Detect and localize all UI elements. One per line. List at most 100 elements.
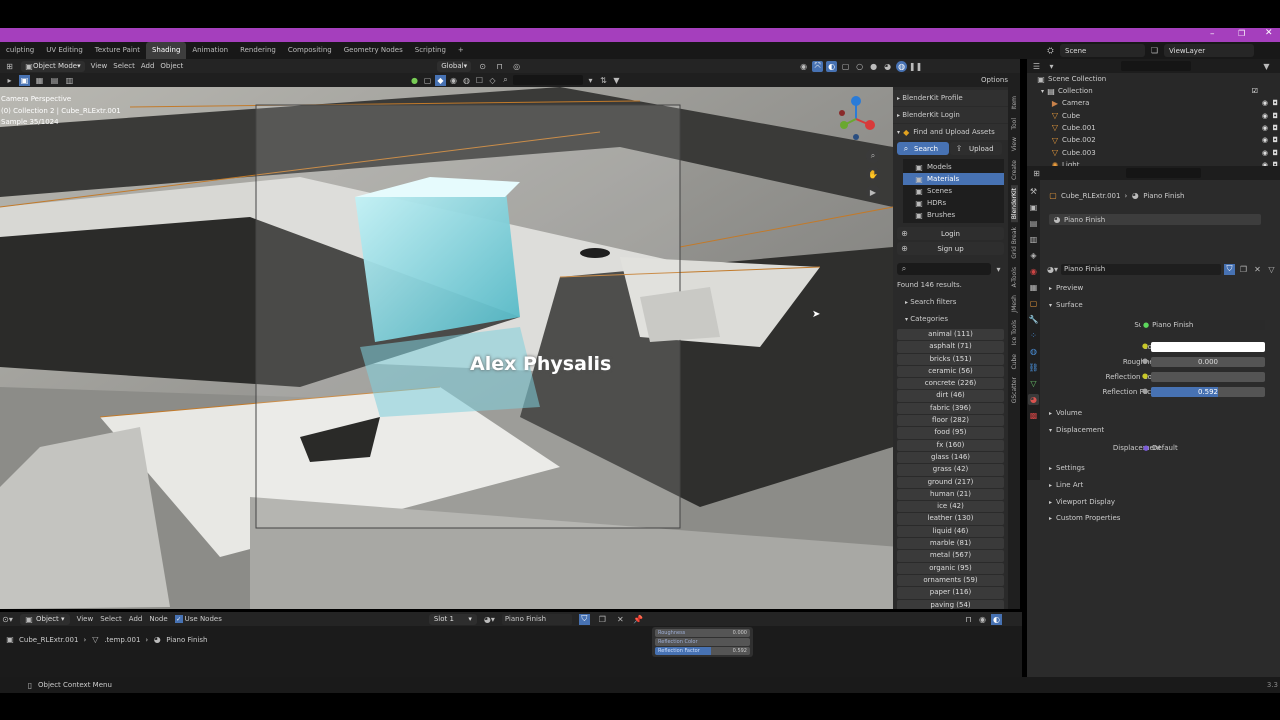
output-tab-icon[interactable]: ▤	[1028, 218, 1039, 229]
texture-tab-icon[interactable]: ▩	[1028, 410, 1039, 421]
navigation-gizmo[interactable]	[834, 95, 882, 145]
menu-object[interactable]: Object	[160, 62, 183, 70]
dropdown-icon[interactable]: ▾	[585, 75, 596, 86]
sidebar-tab[interactable]: Create	[1011, 157, 1018, 183]
overlay-icon[interactable]: ◐	[826, 60, 838, 72]
collection-tab-icon[interactable]: ▦	[1028, 282, 1039, 293]
filter-b-icon[interactable]: ◆	[435, 74, 446, 86]
login-button[interactable]: ⊕ Login	[897, 227, 1004, 240]
options-menu[interactable]: Options	[981, 76, 1008, 84]
search-mode-button[interactable]: ⌕ Search	[897, 142, 949, 155]
color-swatch[interactable]	[1151, 342, 1265, 352]
proportional-icon[interactable]: ◎	[511, 61, 522, 72]
category-button[interactable]: paper (116)	[897, 587, 1004, 599]
workspace-tab[interactable]: +	[452, 42, 470, 59]
workspace-tab[interactable]: Rendering	[234, 42, 282, 59]
outliner-scene-collection[interactable]: ▣ Scene Collection	[1027, 73, 1280, 85]
category-button[interactable]: ground (217)	[897, 476, 1004, 488]
render-tab-icon[interactable]: ▣	[1028, 202, 1039, 213]
overlay-node-icon[interactable]: ◉	[977, 614, 988, 625]
fake-user-icon[interactable]: ⛉	[578, 613, 590, 625]
signup-button[interactable]: ⊕ Sign up	[897, 242, 1004, 255]
preview-section[interactable]: ▸ Preview	[1049, 284, 1083, 292]
sidebar-tab[interactable]: Ice Tools	[1011, 317, 1018, 348]
sidebar-tab[interactable]: GScatter	[1011, 374, 1018, 406]
workspace-tab[interactable]: Texture Paint	[89, 42, 146, 59]
color-icon[interactable]: ●	[409, 75, 420, 86]
sort-icon[interactable]: ⇅	[598, 75, 609, 86]
category-button[interactable]: human (21)	[897, 488, 1004, 501]
viewport-display-section[interactable]: ▸ Viewport Display	[1049, 498, 1115, 506]
backdrop-icon[interactable]: ◐	[991, 613, 1002, 625]
asset-type-item[interactable]: ▣ HDRs	[903, 197, 1004, 209]
visibility-eye-icon[interactable]: ◉	[1262, 136, 1268, 144]
material-shading-icon[interactable]: ◕	[882, 61, 893, 72]
filter-icon[interactable]: ▽	[1266, 264, 1277, 275]
outliner-filter-icon[interactable]: ▼	[1261, 61, 1272, 72]
data-tab-icon[interactable]: ▽	[1028, 378, 1039, 389]
material-browse-icon[interactable]: ◕▾	[1047, 264, 1058, 275]
outliner-collection[interactable]: ▾ ▤ Collection ☑	[1027, 85, 1280, 97]
orientation-selector[interactable]: Global ▾	[437, 60, 472, 72]
constraints-tab-icon[interactable]: ⛓	[1028, 362, 1039, 373]
snap-icon[interactable]: ⊓	[963, 614, 974, 625]
displacement-section[interactable]: ▾ Displacement	[1049, 426, 1104, 434]
xray-icon[interactable]: ▢	[840, 61, 851, 72]
node-material-field[interactable]: Piano Finish	[501, 613, 572, 625]
sidebar-tab[interactable]: Grid Break	[1011, 224, 1018, 262]
modifier-tab-icon[interactable]: 🔧	[1028, 314, 1039, 325]
visibility-eye-icon[interactable]: ◉	[1262, 149, 1268, 157]
category-button[interactable]: grass (42)	[897, 464, 1004, 476]
duplicate-icon[interactable]: ❐	[1238, 264, 1249, 275]
filter-a-icon[interactable]: ▢	[422, 75, 433, 86]
slot-selector[interactable]: Slot 1 ▾	[428, 613, 477, 625]
category-button[interactable]: dirt (46)	[897, 390, 1004, 402]
reflection-color-swatch[interactable]	[1151, 372, 1265, 382]
category-button[interactable]: ceramic (56)	[897, 365, 1004, 378]
duplicate-icon[interactable]: ❐	[597, 614, 608, 625]
scene-tab-icon[interactable]: ◈	[1028, 250, 1039, 261]
render-toggle-icon[interactable]: ◘	[1272, 136, 1278, 144]
menu-select[interactable]: Select	[113, 62, 135, 70]
reflection-factor-slider[interactable]: 0.592	[1151, 387, 1265, 397]
material-tab-icon[interactable]: ◕	[1028, 394, 1039, 405]
category-button[interactable]: ice (42)	[897, 501, 1004, 513]
sidebar-tab[interactable]: Cube	[1011, 351, 1018, 373]
find-upload-assets-header[interactable]: ▾ ◆ Find and Upload Assets	[893, 124, 1008, 140]
volume-section[interactable]: ▸ Volume	[1049, 409, 1082, 417]
outliner-item[interactable]: ▽ Cube.001 ◉ ◘	[1027, 122, 1280, 134]
select-box-icon[interactable]: ▣	[19, 74, 30, 86]
menu-add[interactable]: Add	[141, 62, 155, 70]
unlink-icon[interactable]: ✕	[615, 614, 626, 625]
category-button[interactable]: glass (146)	[897, 451, 1004, 464]
category-button[interactable]: paving (54)	[897, 599, 1004, 609]
sidebar-tab[interactable]: BlenderKit	[1010, 184, 1018, 222]
close-icon[interactable]: ✕	[1265, 28, 1273, 38]
workspace-tab[interactable]: Geometry Nodes	[338, 42, 409, 59]
category-button[interactable]: fx (160)	[897, 439, 1004, 451]
category-button[interactable]: metal (567)	[897, 550, 1004, 562]
blenderkit-profile-header[interactable]: ▸ BlenderKit Profile	[893, 90, 1008, 106]
snap-icon[interactable]: ⊓	[494, 61, 505, 72]
render-toggle-icon[interactable]: ◘	[1272, 99, 1278, 107]
display-mode-icon[interactable]: ▾	[1046, 61, 1057, 72]
outliner-item[interactable]: ▽ Cube ◉ ◘	[1027, 109, 1280, 121]
displacement-field[interactable]: ● Default	[1141, 443, 1265, 453]
workspace-tab[interactable]: Animation	[186, 42, 234, 59]
node-row-reflection-factor[interactable]: Reflection Factor 0.592	[655, 647, 750, 655]
node-editor[interactable]: ⊙▾ ▣ Object ▾ View Select Add Node ✓ Use N…	[0, 612, 1022, 677]
filter-e-icon[interactable]: ☐	[474, 75, 485, 86]
node-row-reflection-color[interactable]: Reflection Color	[655, 638, 750, 646]
category-button[interactable]: leather (130)	[897, 513, 1004, 525]
maximize-icon[interactable]: ❐	[1238, 29, 1245, 38]
material-slot-item[interactable]: ◕ Piano Finish	[1049, 214, 1261, 225]
node-menu-select[interactable]: Select	[100, 615, 122, 623]
menu-view[interactable]: View	[91, 62, 108, 70]
world-tab-icon[interactable]: ◉	[1028, 266, 1039, 277]
workspace-tab[interactable]: UV Editing	[40, 42, 89, 59]
outliner-item[interactable]: ▽ Cube.002 ◉ ◘	[1027, 134, 1280, 146]
sidebar-tab[interactable]: View	[1011, 134, 1018, 154]
sidebar-tab[interactable]: Item	[1011, 93, 1018, 113]
particles-tab-icon[interactable]: ⁘	[1028, 330, 1039, 341]
properties-editor-icon[interactable]: ⊞	[1031, 168, 1042, 179]
